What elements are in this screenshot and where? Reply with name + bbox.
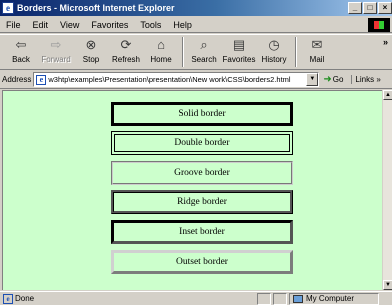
forward-label: Forward (41, 55, 71, 64)
address-url[interactable]: w3htp\examples\Presentation\presentation… (48, 75, 306, 84)
solid-border-box: Solid border (111, 102, 293, 126)
forward-arrow-icon: ⇨ (50, 37, 62, 52)
security-zone: My Computer (289, 292, 379, 305)
toolbar-separator (295, 37, 297, 67)
minimize-button[interactable]: _ (348, 2, 362, 14)
maximize-button[interactable]: □ (363, 2, 377, 14)
ridge-border-box: Ridge border (111, 190, 293, 214)
browser-window: e Borders - Microsoft Internet Explorer … (0, 0, 392, 305)
page-icon: e (36, 74, 47, 85)
home-label: Home (150, 55, 172, 64)
address-input[interactable]: e w3htp\examples\Presentation\presentati… (33, 72, 320, 87)
stop-button[interactable]: ⊗ Stop (74, 35, 108, 69)
favorites-button[interactable]: ▤ Favorites (222, 35, 256, 69)
toolbar-separator (182, 37, 184, 67)
status-text: Done (15, 294, 35, 303)
status-bar: e Done My Computer (0, 291, 392, 305)
mail-label: Mail (309, 55, 325, 64)
menu-view[interactable]: View (54, 20, 85, 30)
scroll-down-arrow-icon[interactable]: ▼ (383, 280, 392, 290)
history-label: History (261, 55, 287, 64)
toolbar-overflow-chevron[interactable]: » (383, 37, 388, 47)
zone-label: My Computer (306, 294, 355, 303)
home-button[interactable]: ⌂ Home (144, 35, 178, 69)
close-button[interactable]: × (378, 2, 392, 14)
favorites-folder-icon: ▤ (232, 37, 246, 52)
back-arrow-icon: ⇦ (15, 37, 27, 52)
inset-border-box: Inset border (111, 220, 293, 244)
search-label: Search (191, 55, 217, 64)
window-title: Borders - Microsoft Internet Explorer (17, 3, 175, 13)
menu-favorites[interactable]: Favorites (85, 20, 134, 30)
forward-button[interactable]: ⇨ Forward (39, 35, 73, 69)
links-button[interactable]: Links » (351, 75, 381, 84)
favorites-label: Favorites (222, 55, 256, 64)
menu-tools[interactable]: Tools (134, 20, 167, 30)
refresh-button[interactable]: ⟳ Refresh (109, 35, 143, 69)
back-button[interactable]: ⇦ Back (4, 35, 38, 69)
address-dropdown-button[interactable]: ▼ (306, 73, 319, 86)
address-label: Address (2, 75, 32, 84)
page-done-icon: e (3, 293, 13, 304)
groove-border-box: Groove border (111, 161, 293, 185)
refresh-icon: ⟳ (120, 37, 132, 52)
status-pane (257, 292, 271, 305)
outset-border-box: Outset border (111, 250, 293, 274)
page-content: Solid border Double border Groove border… (2, 90, 382, 290)
ie-logo-icon: e (2, 2, 14, 14)
menu-file[interactable]: File (0, 20, 27, 30)
go-button[interactable]: ➜ Go (323, 74, 343, 85)
history-button[interactable]: ◷ History (257, 35, 291, 69)
search-icon: ⌕ (200, 37, 208, 52)
back-label: Back (12, 55, 30, 64)
double-border-box: Double border (111, 131, 293, 155)
go-arrow-icon: ➜ (323, 74, 332, 85)
refresh-label: Refresh (111, 55, 140, 64)
history-icon: ◷ (268, 37, 280, 52)
go-label: Go (332, 75, 344, 84)
window-controls: _ □ × (347, 2, 392, 14)
address-bar: Address e w3htp\examples\Presentation\pr… (0, 71, 392, 89)
stop-label: Stop (82, 55, 100, 64)
windows-logo-icon (368, 18, 390, 32)
stop-icon: ⊗ (85, 37, 97, 52)
home-icon: ⌂ (157, 37, 165, 52)
menu-bar: File Edit View Favorites Tools Help (0, 17, 392, 33)
menu-edit[interactable]: Edit (27, 20, 55, 30)
scroll-up-arrow-icon[interactable]: ▲ (383, 90, 392, 100)
vertical-scrollbar[interactable]: ▲ ▼ (382, 90, 392, 290)
computer-icon (293, 294, 303, 303)
standard-toolbar: ⇦ Back ⇨ Forward ⊗ Stop ⟳ Refresh ⌂ Home… (0, 34, 392, 70)
search-button[interactable]: ⌕ Search (187, 35, 221, 69)
status-pane (273, 292, 287, 305)
mail-button[interactable]: ✉ Mail (300, 35, 334, 69)
title-bar[interactable]: e Borders - Microsoft Internet Explorer … (0, 0, 392, 16)
mail-icon: ✉ (311, 37, 323, 52)
menu-help[interactable]: Help (167, 20, 198, 30)
